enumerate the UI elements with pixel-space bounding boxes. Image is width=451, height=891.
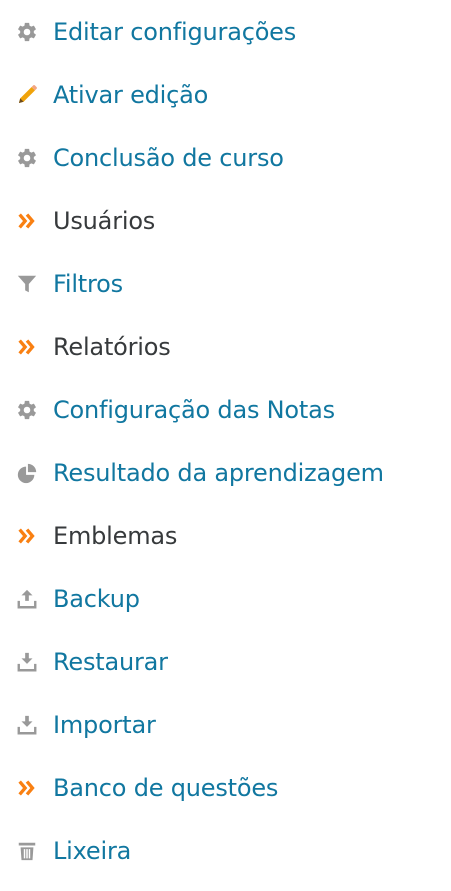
pie-chart-icon [15, 461, 39, 485]
download-icon [15, 650, 39, 674]
menu-item-backup[interactable]: Backup [15, 579, 140, 619]
menu-item-label[interactable]: Lixeira [53, 839, 131, 863]
double-chevron-right-icon [15, 776, 39, 800]
menu-item-label[interactable]: Banco de questões [53, 776, 278, 800]
menu-item-lixeira[interactable]: Lixeira [15, 831, 131, 871]
menu-item-conclusao-de-curso[interactable]: Conclusão de curso [15, 138, 284, 178]
menu-item-label[interactable]: Usuários [53, 209, 155, 233]
menu-item-usuarios[interactable]: Usuários [15, 201, 155, 241]
menu-item-label[interactable]: Relatórios [53, 335, 171, 359]
menu-item-label[interactable]: Conclusão de curso [53, 146, 284, 170]
menu-item-label[interactable]: Backup [53, 587, 140, 611]
menu-item-label[interactable]: Editar configurações [53, 20, 296, 44]
menu-item-banco-de-questoes[interactable]: Banco de questões [15, 768, 278, 808]
menu-item-restaurar[interactable]: Restaurar [15, 642, 168, 682]
menu-item-label[interactable]: Resultado da aprendizagem [53, 461, 384, 485]
pencil-icon [15, 83, 39, 107]
gear-icon [15, 398, 39, 422]
menu-item-editar-configuracoes[interactable]: Editar configurações [15, 12, 296, 52]
trash-icon [15, 839, 39, 863]
menu-item-ativar-edicao[interactable]: Ativar edição [15, 75, 208, 115]
menu-item-label[interactable]: Ativar edição [53, 83, 208, 107]
menu-item-label[interactable]: Importar [53, 713, 156, 737]
menu-item-configuracao-das-notas[interactable]: Configuração das Notas [15, 390, 335, 430]
menu-item-label[interactable]: Filtros [53, 272, 123, 296]
menu-item-filtros[interactable]: Filtros [15, 264, 123, 304]
menu-item-relatorios[interactable]: Relatórios [15, 327, 171, 367]
menu-item-label[interactable]: Configuração das Notas [53, 398, 335, 422]
double-chevron-right-icon [15, 209, 39, 233]
upload-icon [15, 587, 39, 611]
gear-icon [15, 146, 39, 170]
filter-icon [15, 272, 39, 296]
menu-item-importar[interactable]: Importar [15, 705, 156, 745]
menu-item-emblemas[interactable]: Emblemas [15, 516, 177, 556]
gear-icon [15, 20, 39, 44]
menu-item-resultado-da-aprendizagem[interactable]: Resultado da aprendizagem [15, 453, 384, 493]
menu-item-label[interactable]: Emblemas [53, 524, 177, 548]
double-chevron-right-icon [15, 524, 39, 548]
double-chevron-right-icon [15, 335, 39, 359]
menu-item-label[interactable]: Restaurar [53, 650, 168, 674]
download-icon [15, 713, 39, 737]
